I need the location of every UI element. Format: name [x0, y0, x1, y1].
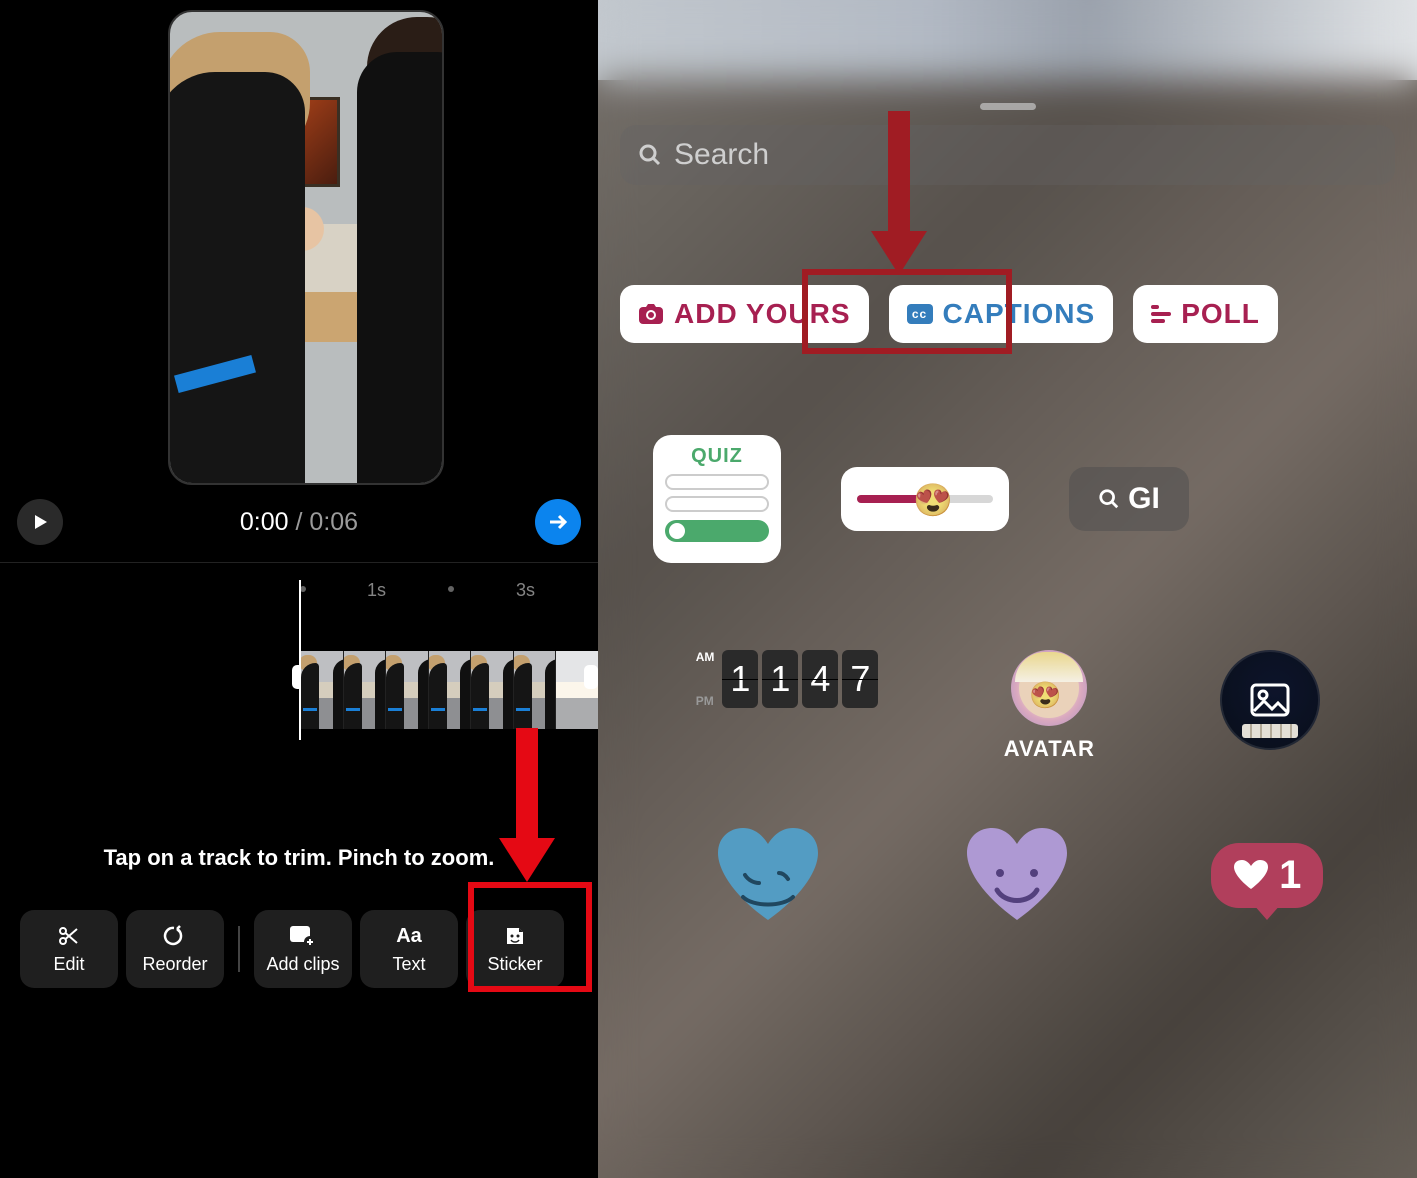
text-icon: Aa: [396, 923, 422, 949]
sticker-row-4: 1: [643, 825, 1393, 925]
annotation-highlight-sticker: [468, 882, 592, 992]
add-clips-icon: [290, 923, 316, 949]
clip-timeline[interactable]: [300, 651, 598, 729]
ruler-1s: 1s: [367, 580, 386, 601]
sticker-sheet[interactable]: Search ADD YOURS cc CAPTIONS P: [598, 95, 1417, 1178]
heart-icon: [1233, 859, 1269, 891]
next-button[interactable]: [535, 499, 581, 545]
story-editor-pane: 0:00 / 0:06 1s 3s Tap on a track to trim…: [0, 0, 598, 1178]
avatar-icon: 😍: [1011, 650, 1087, 726]
divider: [0, 562, 598, 563]
purple-heart-sticker[interactable]: [962, 825, 1072, 925]
image-icon: [1250, 683, 1290, 717]
emoji-slider-sticker[interactable]: 😍: [841, 467, 1009, 531]
reorder-button[interactable]: Reorder: [126, 910, 224, 988]
quiz-sticker[interactable]: QUIZ: [653, 435, 781, 563]
gif-sticker[interactable]: GI: [1069, 467, 1189, 531]
heart-eyes-emoji-icon: 😍: [913, 481, 953, 519]
sticker-sheet-pane: Search ADD YOURS cc CAPTIONS P: [598, 0, 1417, 1178]
reorder-icon: [163, 923, 187, 949]
annotation-highlight-captions: [802, 269, 1012, 354]
ruler-3s: 3s: [516, 580, 535, 601]
ampm-indicator: AM PM: [696, 650, 715, 708]
poll-sticker[interactable]: POLL: [1133, 285, 1278, 343]
annotation-arrow-icon: [516, 728, 572, 882]
scissors-icon: [57, 923, 81, 949]
search-icon: [1098, 488, 1120, 510]
annotation-arrow-icon: [888, 111, 944, 275]
trim-handle-right[interactable]: [584, 665, 598, 689]
sticker-row-3: AM PM 1 1 4 7 😍 AVATAR: [633, 650, 1383, 762]
gallery-sticker[interactable]: [1220, 650, 1320, 750]
video-preview[interactable]: [168, 10, 444, 485]
playback-time: 0:00 / 0:06: [0, 508, 598, 537]
time-current: 0:00: [240, 508, 289, 536]
text-button[interactable]: Aa Text: [360, 910, 458, 988]
edit-button[interactable]: Edit: [20, 910, 118, 988]
camera-icon: [638, 303, 664, 325]
search-icon: [638, 143, 662, 167]
add-clips-button[interactable]: Add clips: [254, 910, 352, 988]
sticker-search[interactable]: Search: [620, 125, 1395, 185]
playhead[interactable]: [299, 580, 301, 740]
time-sticker[interactable]: AM PM 1 1 4 7: [696, 650, 879, 708]
blue-heart-sticker[interactable]: [713, 825, 823, 925]
sheet-grabber[interactable]: [980, 103, 1036, 110]
avatar-sticker[interactable]: 😍 AVATAR: [1004, 650, 1095, 762]
time-total: 0:06: [309, 508, 358, 536]
like-count-sticker[interactable]: 1: [1211, 843, 1323, 908]
sticker-row-2: QUIZ 😍 GI: [653, 435, 1189, 563]
search-placeholder: Search: [674, 138, 769, 172]
divider: [238, 926, 240, 972]
poll-icon: [1151, 305, 1171, 323]
